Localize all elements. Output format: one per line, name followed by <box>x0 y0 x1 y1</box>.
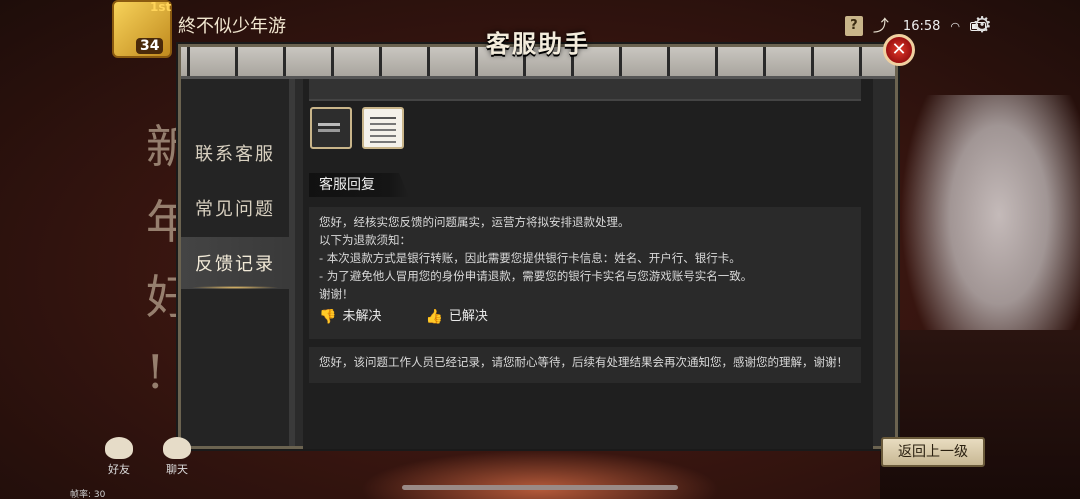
background-table <box>880 330 1080 499</box>
fps-readout: 帧率: 30 <box>70 490 106 499</box>
message-line: - 本次退款方式是银行转账，因此需要您提供银行卡信息：姓名、开户行、银行卡。 <box>319 251 741 265</box>
message-line: 您好，经核实您反馈的问题属实，运营方将拟安排退款处理。 <box>319 215 630 229</box>
message-line: - 为了避免他人冒用您的身份申请退款，需要您的银行卡实名与您游戏账号实名一致。 <box>319 269 753 283</box>
chat-button[interactable]: 聊天 <box>160 437 194 477</box>
rank-badge: 1st <box>150 0 172 14</box>
attachment-thumbnail-1[interactable] <box>310 107 352 149</box>
previous-message-edge <box>309 79 861 101</box>
sidebar-divider <box>289 79 295 446</box>
message-line: 您好，该问题工作人员已经记录，请您耐心等待，后续有处理结果会再次通知您，感谢您的… <box>319 355 848 369</box>
dialog-sidebar: 联系客服 常见问题 反馈记录 <box>181 79 289 446</box>
friends-label: 好友 <box>108 463 130 476</box>
reply-message-1: 您好，经核实您反馈的问题属实，运营方将拟安排退款处理。 以下为退款须知： - 本… <box>309 207 861 339</box>
help-icon[interactable]: ? <box>844 16 863 36</box>
sidebar-item-contact[interactable]: 联系客服 <box>181 127 289 179</box>
resolved-label: 已解决 <box>448 309 488 324</box>
sidebar-item-faq[interactable]: 常见问题 <box>181 182 289 234</box>
sidebar-item-label: 反馈记录 <box>195 254 275 275</box>
status-bar: ? ⤴ 16:58 ◠ <box>844 16 986 36</box>
thumbs-down-icon: 👎 <box>319 309 337 325</box>
unresolved-label: 未解决 <box>342 309 382 324</box>
attachment-thumbnail-2[interactable] <box>362 107 404 149</box>
sidebar-item-feedback-records[interactable]: 反馈记录 <box>181 237 289 289</box>
share-icon[interactable]: ⤴ <box>873 16 893 36</box>
reply-message-2: 您好，该问题工作人员已经记录，请您耐心等待，后续有处理结果会再次通知您，感谢您的… <box>309 347 861 383</box>
player-level: 34 <box>136 38 164 54</box>
back-button[interactable]: 返回上一级 <box>881 437 985 467</box>
unresolved-button[interactable]: 👎 未解决 <box>319 308 381 326</box>
friends-button[interactable]: 好友 <box>102 437 136 477</box>
sidebar-item-label: 常见问题 <box>195 199 275 220</box>
gear-icon[interactable]: ⚙ <box>972 13 992 38</box>
sidebar-item-label: 联系客服 <box>195 144 275 165</box>
resolved-button[interactable]: 👍 已解决 <box>425 308 487 326</box>
message-line: 以下为退款须知： <box>319 233 411 247</box>
background-glow <box>360 450 720 499</box>
wifi-icon: ◠ <box>950 19 960 33</box>
player-name: 終不似少年游 <box>178 16 286 37</box>
reply-label: 客服回复 <box>309 173 409 197</box>
feedback-content-panel[interactable]: 客服回复 您好，经核实您反馈的问题属实，运营方将拟安排退款处理。 以下为退款须知… <box>303 79 985 467</box>
friends-icon <box>105 437 133 459</box>
chat-label: 聊天 <box>166 463 188 476</box>
clock: 16:58 <box>902 18 941 34</box>
thumbs-up-icon: 👍 <box>425 309 443 325</box>
dialog-title: 客服助手 <box>486 28 590 58</box>
customer-service-dialog: 客服助手 联系客服 常见问题 反馈记录 客服回复 您好，经核实您反馈的问题属实，… <box>178 29 985 467</box>
home-indicator[interactable] <box>402 485 678 490</box>
close-button[interactable]: ✕ <box>883 34 915 66</box>
feedback-buttons: 👎 未解决 👍 已解决 <box>319 308 488 326</box>
chat-icon <box>163 437 191 459</box>
message-line: 谢谢！ <box>319 287 354 301</box>
